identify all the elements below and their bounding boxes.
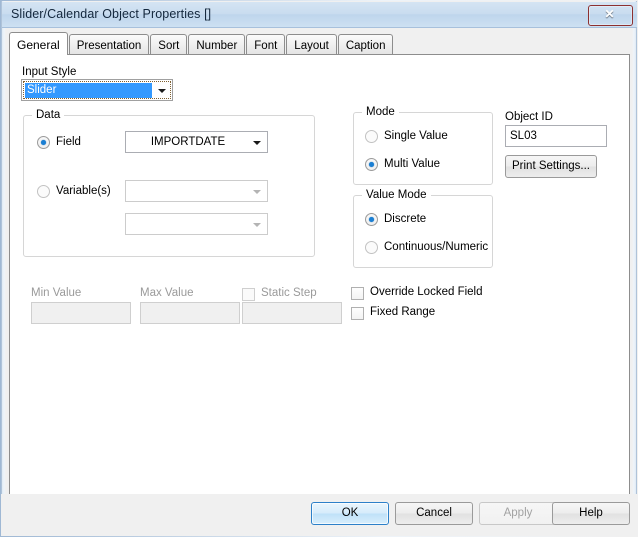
mode-group: Mode Single Value Multi Value bbox=[353, 106, 493, 185]
max-value-input[interactable] bbox=[140, 302, 240, 324]
input-style-combo[interactable]: Slider bbox=[21, 79, 173, 101]
override-locked-field-checkbox[interactable] bbox=[351, 287, 364, 300]
tab-caption[interactable]: Caption bbox=[337, 34, 394, 55]
radio-dot bbox=[369, 217, 374, 222]
field-radio-label: Field bbox=[56, 136, 81, 148]
tab-number[interactable]: Number bbox=[188, 34, 246, 55]
min-value-label: Min Value bbox=[31, 287, 82, 299]
radio-dot bbox=[41, 140, 46, 145]
value-mode-group: Value Mode Discrete Continuous/Numeric bbox=[353, 189, 493, 268]
tab-label: General bbox=[17, 38, 60, 52]
chevron-down-icon bbox=[253, 223, 261, 227]
window-border-right bbox=[632, 1, 637, 536]
mode-group-title: Mode bbox=[362, 106, 399, 118]
tab-font[interactable]: Font bbox=[246, 34, 286, 55]
window-border-left bbox=[1, 1, 6, 536]
single-value-radio[interactable] bbox=[365, 130, 378, 143]
discrete-label: Discrete bbox=[384, 213, 427, 225]
apply-button: Apply bbox=[479, 502, 557, 525]
fixed-range-label: Fixed Range bbox=[370, 306, 436, 318]
tab-general[interactable]: General bbox=[9, 32, 68, 55]
object-id-label: Object ID bbox=[505, 111, 553, 123]
cancel-button[interactable]: Cancel bbox=[395, 502, 473, 525]
variable2-combo[interactable] bbox=[125, 213, 268, 235]
tab-layout[interactable]: Layout bbox=[286, 34, 337, 55]
variables-radio-label: Variable(s) bbox=[56, 185, 111, 197]
variables-radio[interactable] bbox=[37, 185, 50, 198]
fixed-range-checkbox[interactable] bbox=[351, 307, 364, 320]
title-bar: Slider/Calendar Object Properties [] ✕ bbox=[2, 2, 637, 28]
multi-value-radio[interactable] bbox=[365, 158, 378, 171]
min-value-input[interactable] bbox=[31, 302, 131, 324]
input-style-label: Input Style bbox=[22, 66, 77, 78]
object-id-input[interactable]: SL03 bbox=[505, 125, 607, 147]
chevron-down-icon bbox=[158, 89, 166, 93]
window-title: Slider/Calendar Object Properties [] bbox=[11, 7, 212, 21]
dialog-footer: OK Cancel Apply Help bbox=[1, 494, 637, 536]
tab-label: Font bbox=[254, 40, 278, 52]
tab-sort[interactable]: Sort bbox=[150, 34, 188, 55]
chevron-down-icon bbox=[253, 141, 261, 145]
tab-label: Presentation bbox=[76, 40, 142, 52]
data-group-title: Data bbox=[32, 109, 65, 121]
tab-label: Layout bbox=[294, 40, 329, 52]
variable2-value bbox=[129, 217, 247, 232]
tab-label: Sort bbox=[158, 40, 180, 52]
discrete-radio[interactable] bbox=[365, 213, 378, 226]
static-step-label: Static Step bbox=[261, 287, 317, 299]
multi-value-label: Multi Value bbox=[384, 158, 441, 170]
input-style-value: Slider bbox=[25, 83, 152, 98]
close-icon: ✕ bbox=[604, 7, 615, 21]
help-button[interactable]: Help bbox=[552, 502, 630, 525]
radio-dot bbox=[369, 162, 374, 167]
general-tab-panel: Input Style Slider Data Field IMPORTDATE… bbox=[9, 54, 630, 496]
field-radio[interactable] bbox=[37, 136, 50, 149]
override-locked-field-label: Override Locked Field bbox=[370, 286, 483, 298]
print-settings-button[interactable]: Print Settings... bbox=[505, 155, 597, 178]
tab-label: Caption bbox=[345, 40, 386, 52]
single-value-label: Single Value bbox=[384, 130, 448, 142]
data-group: Data Field IMPORTDATE Variable(s) bbox=[23, 109, 315, 257]
field-combo-value: IMPORTDATE bbox=[150, 136, 226, 148]
variable1-value bbox=[129, 184, 247, 199]
field-combo[interactable]: IMPORTDATE bbox=[125, 131, 268, 153]
value-mode-group-title: Value Mode bbox=[362, 189, 431, 201]
continuous-numeric-radio[interactable] bbox=[365, 241, 378, 254]
static-step-input[interactable] bbox=[242, 302, 342, 324]
max-value-label: Max Value bbox=[140, 287, 194, 299]
tab-strip: General Presentation Sort Number Font Layout C… bbox=[9, 32, 394, 55]
continuous-numeric-label: Continuous/Numeric bbox=[384, 241, 489, 253]
variable1-combo[interactable] bbox=[125, 180, 268, 202]
chevron-down-icon bbox=[253, 190, 261, 194]
close-button[interactable]: ✕ bbox=[588, 5, 633, 26]
tab-presentation[interactable]: Presentation bbox=[68, 34, 150, 55]
dialog-window: Slider/Calendar Object Properties [] ✕ G… bbox=[0, 0, 638, 537]
tab-label: Number bbox=[196, 40, 238, 52]
static-step-checkbox[interactable] bbox=[242, 288, 255, 301]
ok-button[interactable]: OK bbox=[311, 502, 389, 525]
